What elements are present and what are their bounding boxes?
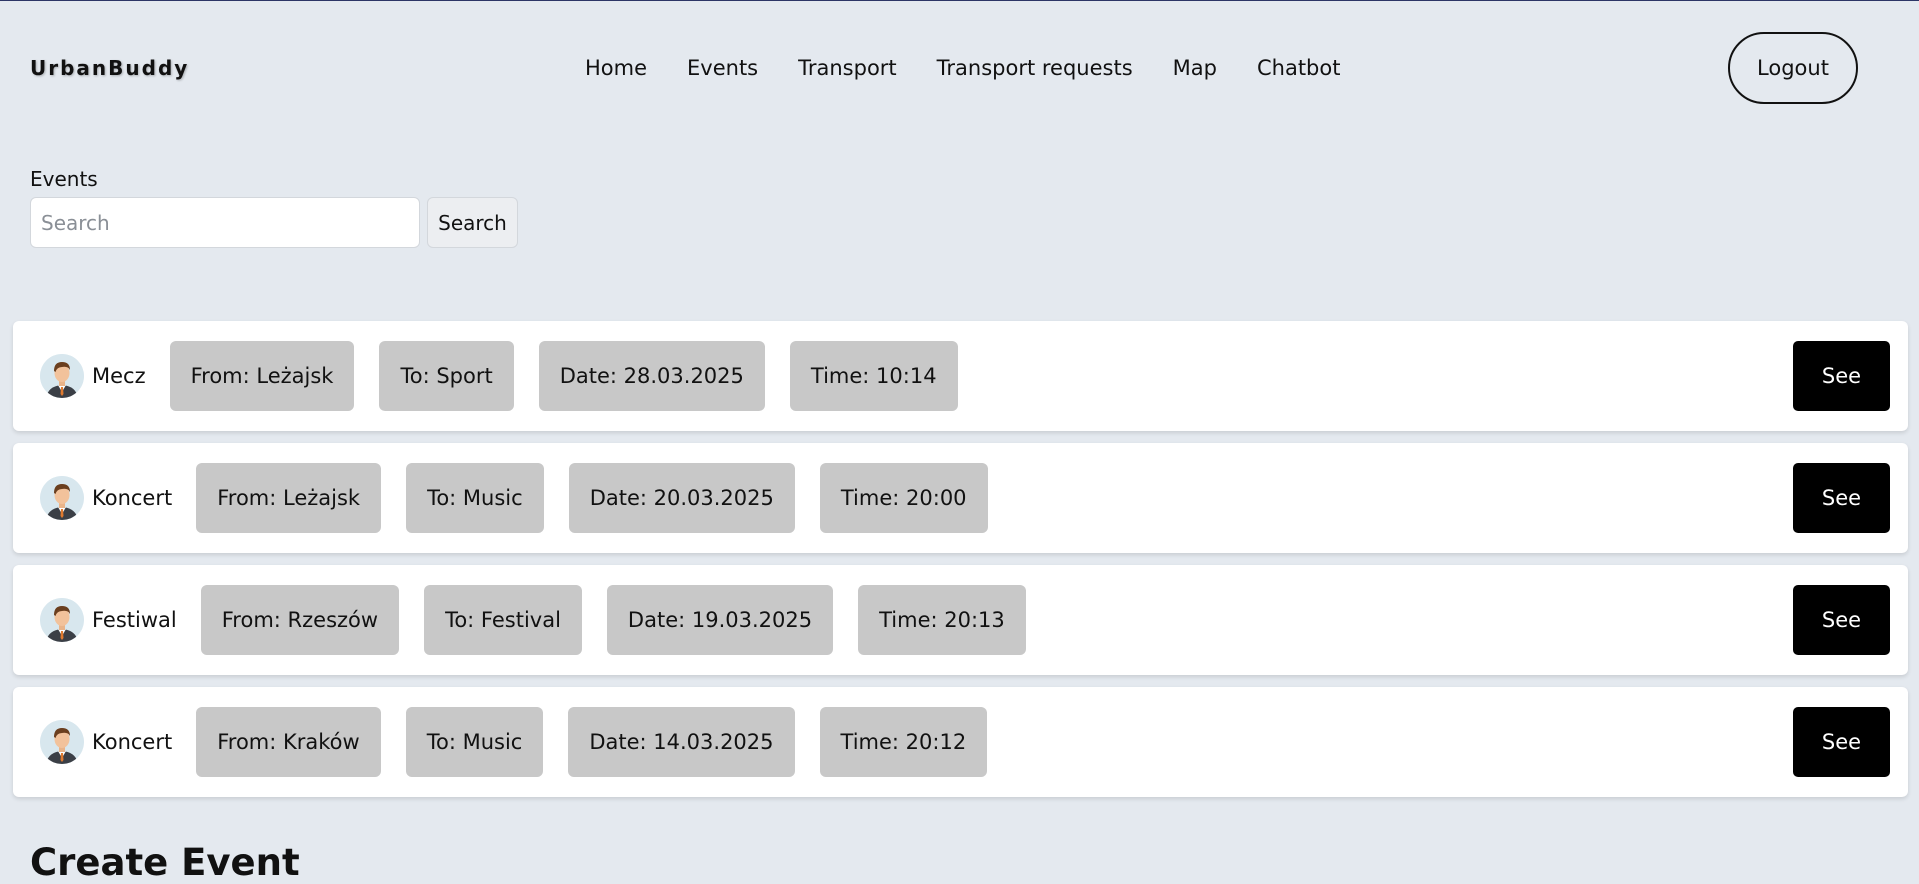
event-time-chip: Time: 20:00: [819, 463, 988, 533]
event-date-chip: Date: 19.03.2025: [606, 585, 834, 655]
event-to-chip: To: Festival: [424, 585, 582, 655]
nav-link-map[interactable]: Map: [1173, 56, 1217, 80]
user-avatar-icon: [40, 720, 84, 764]
event-card: Koncert From: Kraków To: Music Date: 14.03.…: [13, 687, 1908, 797]
nav-link-chatbot[interactable]: Chatbot: [1257, 56, 1341, 80]
see-event-button[interactable]: See: [1793, 341, 1890, 411]
event-to-chip: To: Sport: [379, 341, 514, 411]
brand-logo[interactable]: UrbanBuddy: [30, 56, 189, 80]
search-button[interactable]: Search: [427, 197, 518, 248]
event-to-chip: To: Music: [405, 707, 544, 777]
user-avatar-icon: [40, 354, 84, 398]
event-time-chip: Time: 10:14: [789, 341, 958, 411]
user-avatar-icon: [40, 476, 84, 520]
event-name: Koncert: [92, 730, 173, 754]
search-label: Events: [30, 167, 98, 191]
see-event-button[interactable]: See: [1793, 707, 1890, 777]
event-to-chip: To: Music: [406, 463, 544, 533]
event-list: Mecz From: Leżajsk To: Sport Date: 28.03.20…: [13, 321, 1908, 797]
event-card: Festiwal From: Rzeszów To: Festival Date: 1…: [13, 565, 1908, 675]
nav-link-transport-requests[interactable]: Transport requests: [937, 56, 1133, 80]
event-from-chip: From: Rzeszów: [200, 585, 400, 655]
event-time-chip: Time: 20:12: [819, 707, 988, 777]
event-name: Mecz: [92, 364, 146, 388]
event-from-chip: From: Leżajsk: [169, 341, 355, 411]
event-date-chip: Date: 20.03.2025: [568, 463, 795, 533]
event-card: Koncert From: Leżajsk To: Music Date: 20.03…: [13, 443, 1908, 553]
event-date-chip: Date: 28.03.2025: [538, 341, 765, 411]
search-input[interactable]: [30, 197, 420, 248]
nav-link-home[interactable]: Home: [585, 56, 647, 80]
event-name: Festiwal: [92, 608, 177, 632]
event-name: Koncert: [92, 486, 173, 510]
event-card: Mecz From: Leżajsk To: Sport Date: 28.03.20…: [13, 321, 1908, 431]
see-event-button[interactable]: See: [1793, 585, 1890, 655]
search-section: Events Search: [30, 167, 518, 248]
user-avatar-icon: [40, 598, 84, 642]
logout-button[interactable]: Logout: [1728, 32, 1858, 104]
top-navbar: UrbanBuddy Home Events Transport Transpo…: [0, 1, 1919, 136]
event-time-chip: Time: 20:13: [858, 585, 1026, 655]
event-from-chip: From: Leżajsk: [196, 463, 382, 533]
nav-link-events[interactable]: Events: [687, 56, 758, 80]
event-from-chip: From: Kraków: [196, 707, 381, 777]
nav-link-transport[interactable]: Transport: [798, 56, 897, 80]
see-event-button[interactable]: See: [1793, 463, 1890, 533]
event-date-chip: Date: 14.03.2025: [568, 707, 795, 777]
search-row: Search: [30, 197, 518, 248]
main-nav: Home Events Transport Transport requests…: [585, 56, 1340, 80]
